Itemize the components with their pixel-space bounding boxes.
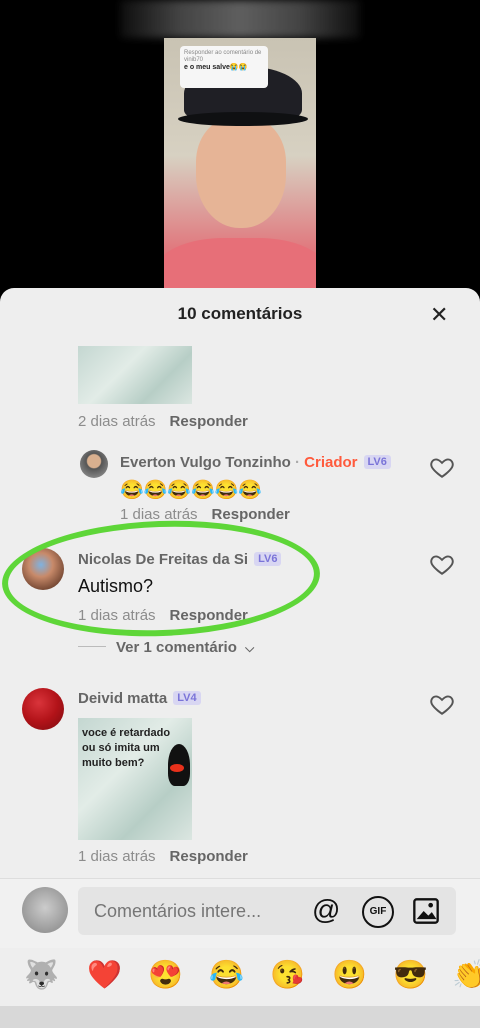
comment-text: 😂😂😂😂😂😂 — [120, 480, 262, 501]
reply-sticker-line: Responder ao comentário de — [184, 50, 262, 56]
reply-button[interactable]: Responder — [170, 848, 248, 865]
comment-time: 1 dias atrás — [78, 848, 156, 865]
emoji-button[interactable]: 👏 — [452, 958, 480, 992]
emoji-button[interactable]: ❤️ — [87, 958, 122, 992]
reply-button[interactable]: Responder — [170, 413, 248, 430]
comment-input[interactable] — [78, 887, 298, 935]
image-icon[interactable] — [412, 897, 440, 925]
emoji-button[interactable]: 😘 — [270, 958, 305, 992]
mention-icon[interactable]: @ — [312, 894, 340, 926]
comment-time: 2 dias atrás — [78, 413, 156, 430]
like-heart-icon[interactable] — [429, 551, 455, 577]
level-badge: LV6 — [363, 455, 391, 469]
video-frame: Responder ao comentário de vinib70 e o m… — [164, 38, 316, 300]
view-replies-label: Ver 1 comentário — [116, 639, 237, 656]
comments-sheet: 10 comentários ✕ 2 dias atrás Responder E… — [0, 288, 480, 1028]
user-avatar — [22, 887, 68, 933]
emoji-button[interactable]: 😂 — [209, 958, 244, 992]
comment-image[interactable] — [78, 346, 192, 404]
comment-input-bar: @ GIF — [0, 878, 480, 949]
reply-sticker: Responder ao comentário de vinib70 e o m… — [180, 46, 268, 88]
avatar[interactable] — [22, 688, 64, 730]
like-heart-icon[interactable] — [429, 454, 455, 480]
emoji-bar: 🐺 ❤️ 😍 😂 😘 😃 😎 👏 — [0, 948, 480, 1006]
person-face — [196, 118, 286, 228]
creator-label: Criador — [304, 454, 358, 471]
reply-button[interactable]: Responder — [212, 506, 290, 523]
comment-input-box: @ GIF — [78, 887, 456, 935]
video-top-blur — [120, 0, 360, 38]
emoji-button[interactable]: 🐺 — [24, 958, 59, 992]
video-player[interactable]: Responder ao comentário de vinib70 e o m… — [0, 0, 480, 300]
reply-sticker-text: e o meu salve😭😭 — [184, 64, 248, 72]
comment-meta: 1 dias atrás Responder — [78, 848, 248, 865]
chevron-down-icon: ⌵ — [245, 641, 255, 655]
comment-image[interactable]: voce é retardado ou só imita um muito be… — [78, 718, 192, 840]
emoji-button[interactable]: 😃 — [332, 958, 367, 992]
penguin-beak — [170, 764, 184, 772]
like-heart-icon[interactable] — [429, 691, 455, 717]
comment-author[interactable]: Everton Vulgo Tonzinho · Criador LV6 — [120, 454, 391, 471]
author-name: Everton Vulgo Tonzinho — [120, 454, 291, 471]
comments-title: 10 comentários — [177, 304, 303, 323]
emoji-button[interactable]: 😎 — [393, 958, 428, 992]
person-cap-brim — [178, 112, 308, 126]
close-icon[interactable]: ✕ — [430, 302, 448, 328]
avatar[interactable] — [80, 450, 108, 478]
comment-meta: 2 dias atrás Responder — [78, 413, 248, 430]
view-replies[interactable]: Ver 1 comentário ⌵ — [78, 639, 254, 656]
level-badge: LV4 — [173, 691, 201, 705]
highlight-circle — [0, 515, 322, 642]
gif-icon[interactable]: GIF — [362, 896, 394, 928]
divider-line — [78, 646, 106, 647]
image-caption: voce é retardado ou só imita um muito be… — [82, 727, 171, 769]
bottom-strip — [0, 1006, 480, 1028]
emoji-button[interactable]: 😍 — [148, 958, 183, 992]
comment-author[interactable]: Deivid matta LV4 — [78, 690, 201, 707]
separator: · — [295, 454, 300, 471]
comment-meta: 1 dias atrás Responder — [120, 506, 290, 523]
author-name: Deivid matta — [78, 690, 168, 707]
